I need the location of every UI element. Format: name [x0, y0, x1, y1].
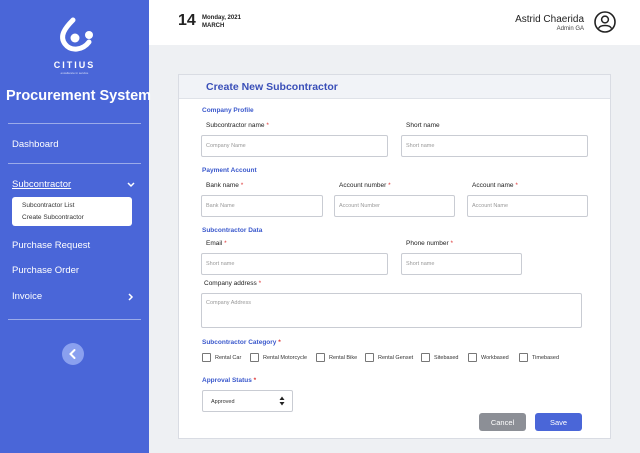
checkbox-box[interactable]	[468, 353, 477, 362]
sidebar-item-invoice[interactable]: Invoice	[12, 291, 42, 302]
sidebar-item-subcontractor[interactable]: Subcontractor	[12, 179, 71, 190]
phone-number-input[interactable]	[401, 253, 522, 275]
section-payment-account: Payment Account	[202, 167, 257, 174]
subcontractor-name-input[interactable]	[201, 135, 388, 157]
category-checkbox-sitebased[interactable]: Sitebased	[421, 353, 458, 362]
submenu-item-create-subcontractor[interactable]: Create Subcontractor	[22, 214, 84, 221]
checkbox-box[interactable]	[316, 353, 325, 362]
account-number-label: Account number *	[339, 182, 391, 189]
subcontractor-submenu: Subcontractor List Create Subcontractor	[12, 197, 132, 226]
category-checkbox-rental-motorcycle[interactable]: Rental Motorcycle	[250, 353, 307, 362]
user-avatar-icon[interactable]	[594, 11, 616, 33]
account-name-label: Account name *	[472, 182, 518, 189]
sidebar-divider	[8, 123, 141, 124]
subcontractor-name-label: Subcontractor name *	[206, 122, 269, 129]
citius-logo-icon	[59, 17, 93, 52]
sidebar: CITIUS excellence in service Procurement…	[0, 0, 152, 453]
category-checkbox-rental-bike[interactable]: Rental Bike	[316, 353, 357, 362]
email-input[interactable]	[201, 253, 388, 275]
select-arrows-icon	[279, 396, 285, 406]
date-weekday-year: Monday, 2021	[202, 15, 241, 21]
sidebar-item-purchase-request[interactable]: Purchase Request	[12, 240, 90, 251]
account-number-input[interactable]	[334, 195, 455, 217]
logo: CITIUS excellence in service	[0, 14, 149, 75]
bank-name-input[interactable]	[201, 195, 323, 217]
bank-name-label: Bank name *	[206, 182, 244, 189]
phone-number-label: Phone number *	[406, 240, 453, 247]
approval-status-value: Approved	[211, 399, 235, 405]
submenu-item-subcontractor-list[interactable]: Subcontractor List	[22, 202, 74, 209]
save-button[interactable]: Save	[535, 413, 582, 431]
category-checkbox-workbased[interactable]: Workbased	[468, 353, 509, 362]
short-name-input[interactable]	[401, 135, 588, 157]
category-checkbox-rental-car[interactable]: Rental Car	[202, 353, 241, 362]
user-name: Astrid Chaerida	[515, 14, 584, 25]
user-role: Admin GA	[556, 26, 584, 32]
checkbox-box[interactable]	[421, 353, 430, 362]
sidebar-item-purchase-order[interactable]: Purchase Order	[12, 265, 79, 276]
brand-tagline: excellence in service	[60, 71, 89, 75]
company-address-label: Company address *	[204, 280, 262, 287]
category-checkbox-rental-genset[interactable]: Rental Genset	[365, 353, 413, 362]
sidebar-divider	[8, 163, 141, 164]
sidebar-divider	[8, 319, 141, 320]
collapse-sidebar-button[interactable]	[62, 343, 84, 365]
approval-status-select[interactable]: Approved	[202, 390, 293, 412]
card-header: Create New Subcontractor	[179, 75, 610, 99]
short-name-label: Short name	[406, 122, 440, 129]
brand-name: CITIUS	[53, 60, 96, 70]
top-header: 14 Monday, 2021 MARCH Astrid Chaerida Ad…	[149, 0, 640, 45]
company-address-textarea[interactable]	[201, 293, 582, 328]
chevron-down-icon[interactable]	[127, 182, 135, 188]
checkbox-box[interactable]	[365, 353, 374, 362]
chevron-left-icon	[69, 349, 76, 359]
app-title: Procurement System	[6, 88, 152, 104]
section-subcontractor-category: Subcontractor Category *	[202, 339, 281, 346]
account-name-input[interactable]	[467, 195, 588, 217]
checkbox-box[interactable]	[202, 353, 211, 362]
section-subcontractor-data: Subcontractor Data	[202, 227, 263, 234]
chevron-right-icon[interactable]	[128, 293, 134, 301]
date-day-number: 14	[178, 12, 196, 29]
checkbox-box[interactable]	[250, 353, 259, 362]
email-label: Email *	[206, 240, 227, 247]
section-company-profile: Company Profile	[202, 107, 254, 114]
form-title: Create New Subcontractor	[206, 81, 338, 93]
date-month: MARCH	[202, 23, 225, 29]
cancel-button[interactable]: Cancel	[479, 413, 526, 431]
category-checkbox-timebased[interactable]: Timebased	[519, 353, 559, 362]
section-approval-status: Approval Status *	[202, 377, 257, 384]
checkbox-box[interactable]	[519, 353, 528, 362]
sidebar-item-dashboard[interactable]: Dashboard	[12, 139, 58, 150]
